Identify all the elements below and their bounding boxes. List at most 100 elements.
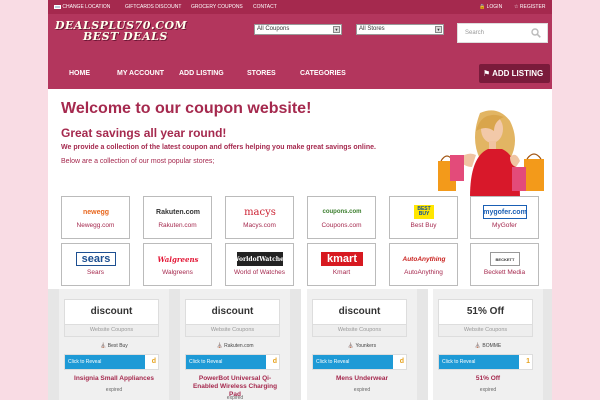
coupon-card[interactable]: discount Website Coupons ⛪ Rakuten.com C… [180, 289, 290, 400]
coupon-expired: expired [353, 387, 371, 393]
bank-icon: ⛪ [474, 343, 481, 349]
coupon-card[interactable]: 51% Off Website Coupons ⛪ BOMME Click to… [433, 289, 543, 400]
coupon-expired: expired [479, 387, 497, 393]
giftcards-link[interactable]: GIFTCARDS DISCOUNT [125, 4, 181, 10]
store-card[interactable]: macys Macys.com [225, 196, 294, 239]
intro-text: Below are a collection of our most popul… [61, 158, 215, 165]
hero-image [410, 99, 550, 197]
store-logo: BECKETT [490, 252, 520, 266]
column-gap [543, 289, 552, 400]
store-card[interactable]: Walgreens Walgreens [143, 243, 212, 286]
store-logo: newegg [82, 208, 110, 216]
reveal-button[interactable]: Click to Reveal d [312, 354, 407, 370]
column-gap [48, 289, 59, 400]
store-logo: WorldofWatches [233, 252, 287, 266]
coupon-title: 51% Off [438, 299, 533, 325]
store-logo: BEST BUY [414, 205, 434, 219]
main-content: Welcome to our coupon website! Great sav… [48, 89, 552, 400]
store-logo: mygofer.com [483, 205, 527, 219]
store-logo: Walgreens [157, 254, 199, 264]
tag-icon: ⚑ [483, 69, 491, 78]
contact-link[interactable]: CONTACT [253, 4, 277, 10]
chevron-down-icon: ▼ [435, 26, 442, 33]
store-name: Rakuten.com [158, 222, 197, 229]
store-card[interactable]: sears Sears [61, 243, 130, 286]
store-name: AutoAnything [404, 269, 443, 276]
coupon-title: discount [312, 299, 407, 325]
add-listing-button[interactable]: ⚑ ADD LISTING [479, 64, 550, 83]
site-header: DEALSPLUS70.COM BEST DEALS All Coupons ▼… [48, 14, 552, 60]
store-name: World of Watches [234, 269, 285, 276]
nav-home[interactable]: HOME [69, 70, 90, 77]
nav-add-listing[interactable]: ADD LISTING [179, 70, 224, 77]
coupon-name[interactable]: Mens Underwear [307, 375, 417, 383]
coupon-name[interactable]: 51% Off [433, 375, 543, 383]
register-link[interactable]: ☆ REGISTER [514, 4, 545, 10]
coupon-store: ⛪ Best Buy [100, 343, 128, 349]
store-card[interactable]: WorldofWatches World of Watches [225, 243, 294, 286]
star-icon: ☆ [514, 4, 519, 10]
store-name: Sears [87, 269, 104, 276]
store-logo: macys [244, 206, 276, 218]
store-name: Kmart [332, 269, 351, 276]
store-card[interactable]: kmart Kmart [307, 243, 376, 286]
column-gap [417, 289, 428, 400]
coupon-type: Website Coupons [64, 325, 159, 337]
coupon-code-peek: d [272, 358, 277, 365]
page-title: Welcome to our coupon website! [61, 100, 312, 117]
store-name: Walgreens [162, 269, 193, 276]
store-card[interactable]: BEST BUY Best Buy [389, 196, 458, 239]
chevron-down-icon: ▼ [333, 26, 340, 33]
store-name: Best Buy [410, 222, 437, 229]
store-logo: sears [76, 252, 116, 266]
coupon-expired: expired [226, 395, 244, 400]
coupon-name[interactable]: Insignia Small Appliances [59, 375, 169, 383]
coupon-card[interactable]: discount Website Coupons ⛪ Best Buy Clic… [59, 289, 169, 400]
stores-select[interactable]: All Stores ▼ [356, 24, 444, 35]
nav-stores[interactable]: STORES [247, 70, 276, 77]
coupon-store: ⛪ Rakuten.com [216, 343, 254, 349]
store-card[interactable]: newegg Newegg.com [61, 196, 130, 239]
store-logo: kmart [321, 252, 363, 266]
nav-categories[interactable]: CATEGORIES [300, 70, 346, 77]
bank-icon: ⛪ [100, 343, 107, 349]
store-name: Newegg.com [76, 222, 115, 229]
coupon-title: discount [185, 299, 280, 325]
reveal-button[interactable]: Click to Reveal d [64, 354, 159, 370]
store-name: Macys.com [243, 222, 276, 229]
store-logo: Rakuten.com [156, 208, 200, 216]
store-card[interactable]: BECKETT Beckett Media [470, 243, 539, 286]
change-location-link[interactable]: CHANGE LOCATION [54, 4, 110, 10]
store-logo: AutoAnything [402, 255, 446, 263]
store-name: Coupons.com [321, 222, 362, 229]
coupon-expired: expired [105, 387, 123, 393]
store-card[interactable]: coupons.com Coupons.com [307, 196, 376, 239]
search-icon[interactable] [531, 28, 541, 38]
column-gap [290, 289, 301, 400]
store-card[interactable]: AutoAnything AutoAnything [389, 243, 458, 286]
coupon-code-peek: d [399, 358, 404, 365]
coupon-code-peek: d [151, 358, 156, 365]
lock-icon: 🔒 [479, 4, 486, 10]
site-logo[interactable]: DEALSPLUS70.COM BEST DEALS [55, 20, 187, 42]
flag-icon [54, 4, 61, 9]
reveal-button[interactable]: Click to Reveal 1 [438, 354, 533, 370]
coupon-type: Website Coupons [312, 325, 407, 337]
page-subtitle: Great savings all year round! [61, 126, 227, 140]
store-card[interactable]: mygofer.com MyGofer [470, 196, 539, 239]
top-bar: CHANGE LOCATION GIFTCARDS DISCOUNT GROCE… [48, 0, 552, 14]
search-input[interactable]: Search [457, 23, 548, 43]
intro-text-bold: We provide a collection of the latest co… [61, 144, 376, 151]
nav-my-account[interactable]: MY ACCOUNT [117, 70, 164, 77]
coupon-type: Website Coupons [438, 325, 533, 337]
reveal-button[interactable]: Click to Reveal d [185, 354, 280, 370]
coupon-code-peek: 1 [526, 358, 530, 365]
coupon-card[interactable]: discount Website Coupons ⛪ Younkers Clic… [307, 289, 417, 400]
store-card[interactable]: Rakuten.com Rakuten.com [143, 196, 212, 239]
main-nav: HOME MY ACCOUNT ADD LISTING STORES CATEG… [48, 60, 552, 89]
store-name: Beckett Media [483, 269, 526, 276]
login-link[interactable]: 🔒 LOGIN [479, 4, 502, 10]
grocery-link[interactable]: GROCERY COUPONS [191, 4, 243, 10]
store-name: MyGofer [492, 222, 517, 229]
coupons-select[interactable]: All Coupons ▼ [254, 24, 342, 35]
